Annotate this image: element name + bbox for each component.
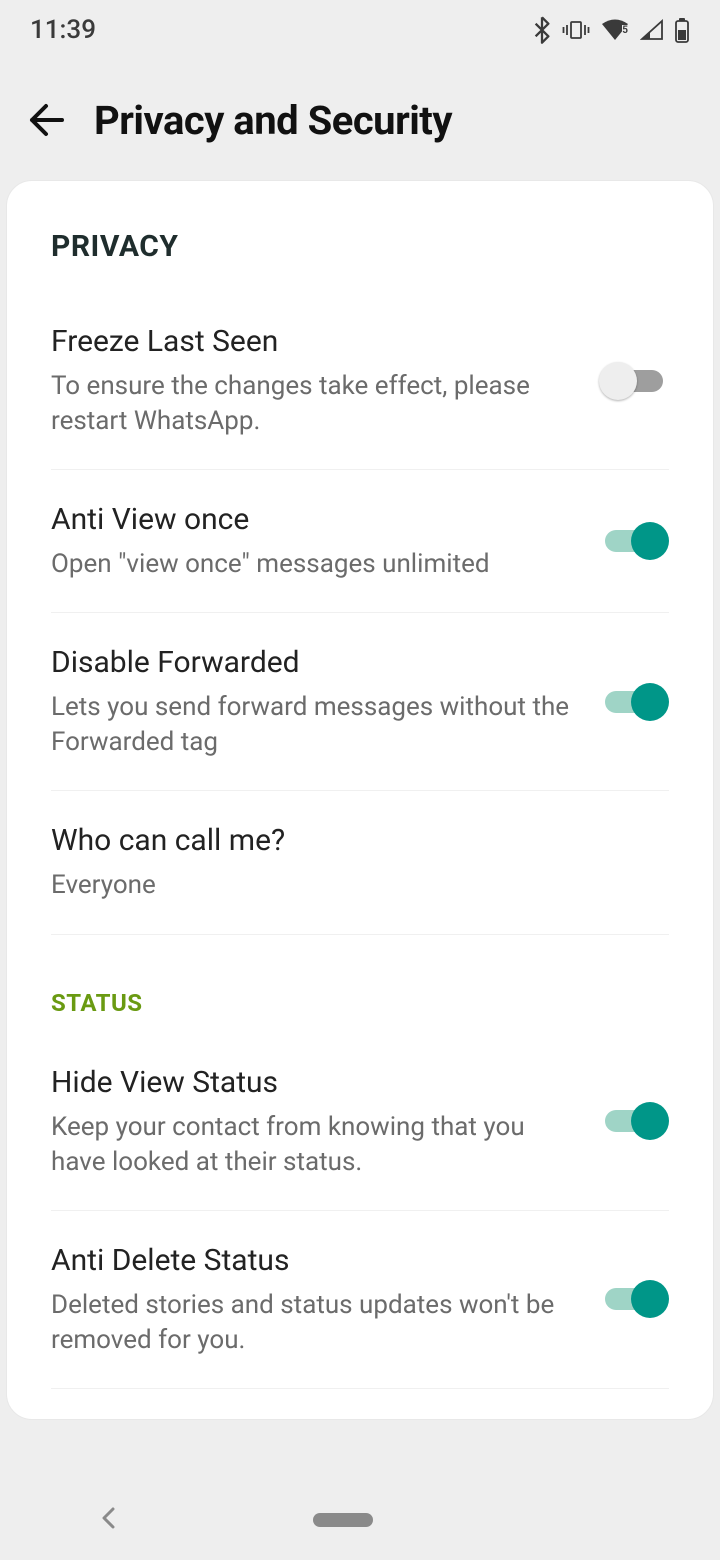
- status-time: 11:39: [30, 15, 96, 45]
- toggle-hide-view-status[interactable]: [599, 1102, 669, 1140]
- setting-who-can-call[interactable]: Who can call me? Everyone: [51, 791, 669, 934]
- setting-anti-delete-status[interactable]: Anti Delete Status Deleted stories and s…: [51, 1211, 669, 1389]
- nav-back-button[interactable]: [96, 1505, 122, 1535]
- setting-anti-view-once[interactable]: Anti View once Open "view once" messages…: [51, 470, 669, 613]
- toggle-freeze-last-seen[interactable]: [599, 362, 669, 400]
- signal-icon: [640, 19, 664, 41]
- toggle-anti-view-once[interactable]: [599, 522, 669, 560]
- battery-icon: [674, 17, 690, 43]
- setting-title: Disable Forwarded: [51, 643, 579, 682]
- setting-title: Anti Delete Status: [51, 1241, 579, 1280]
- setting-subtitle: Everyone: [51, 868, 649, 903]
- setting-title: Freeze Last Seen: [51, 322, 579, 361]
- setting-subtitle: Lets you send forward messages without t…: [51, 690, 579, 760]
- settings-card: PRIVACY Freeze Last Seen To ensure the c…: [6, 180, 714, 1420]
- system-nav-bar: [0, 1480, 720, 1560]
- setting-freeze-last-seen[interactable]: Freeze Last Seen To ensure the changes t…: [51, 292, 669, 470]
- status-icons: 5: [532, 16, 690, 44]
- status-bar: 11:39 5: [0, 0, 720, 60]
- section-header-status: STATUS: [7, 935, 713, 1033]
- page-title: Privacy and Security: [94, 97, 452, 144]
- toggle-anti-delete-status[interactable]: [599, 1280, 669, 1318]
- app-header: Privacy and Security: [0, 60, 720, 180]
- nav-home-pill[interactable]: [313, 1513, 373, 1527]
- setting-title: Hide View Status: [51, 1063, 579, 1102]
- setting-hide-view-status[interactable]: Hide View Status Keep your contact from …: [51, 1033, 669, 1211]
- back-button[interactable]: [26, 100, 66, 140]
- wifi-icon: 5: [600, 18, 630, 42]
- setting-subtitle: To ensure the changes take effect, pleas…: [51, 369, 579, 439]
- setting-subtitle: Deleted stories and status updates won't…: [51, 1288, 579, 1358]
- setting-disable-forwarded[interactable]: Disable Forwarded Lets you send forward …: [51, 613, 669, 791]
- setting-subtitle: Keep your contact from knowing that you …: [51, 1110, 579, 1180]
- toggle-disable-forwarded[interactable]: [599, 683, 669, 721]
- section-header-privacy: PRIVACY: [7, 181, 713, 292]
- setting-subtitle: Open "view once" messages unlimited: [51, 547, 579, 582]
- setting-title: Anti View once: [51, 500, 579, 539]
- setting-title: Who can call me?: [51, 821, 649, 860]
- vibrate-icon: [562, 19, 590, 41]
- bluetooth-icon: [532, 16, 552, 44]
